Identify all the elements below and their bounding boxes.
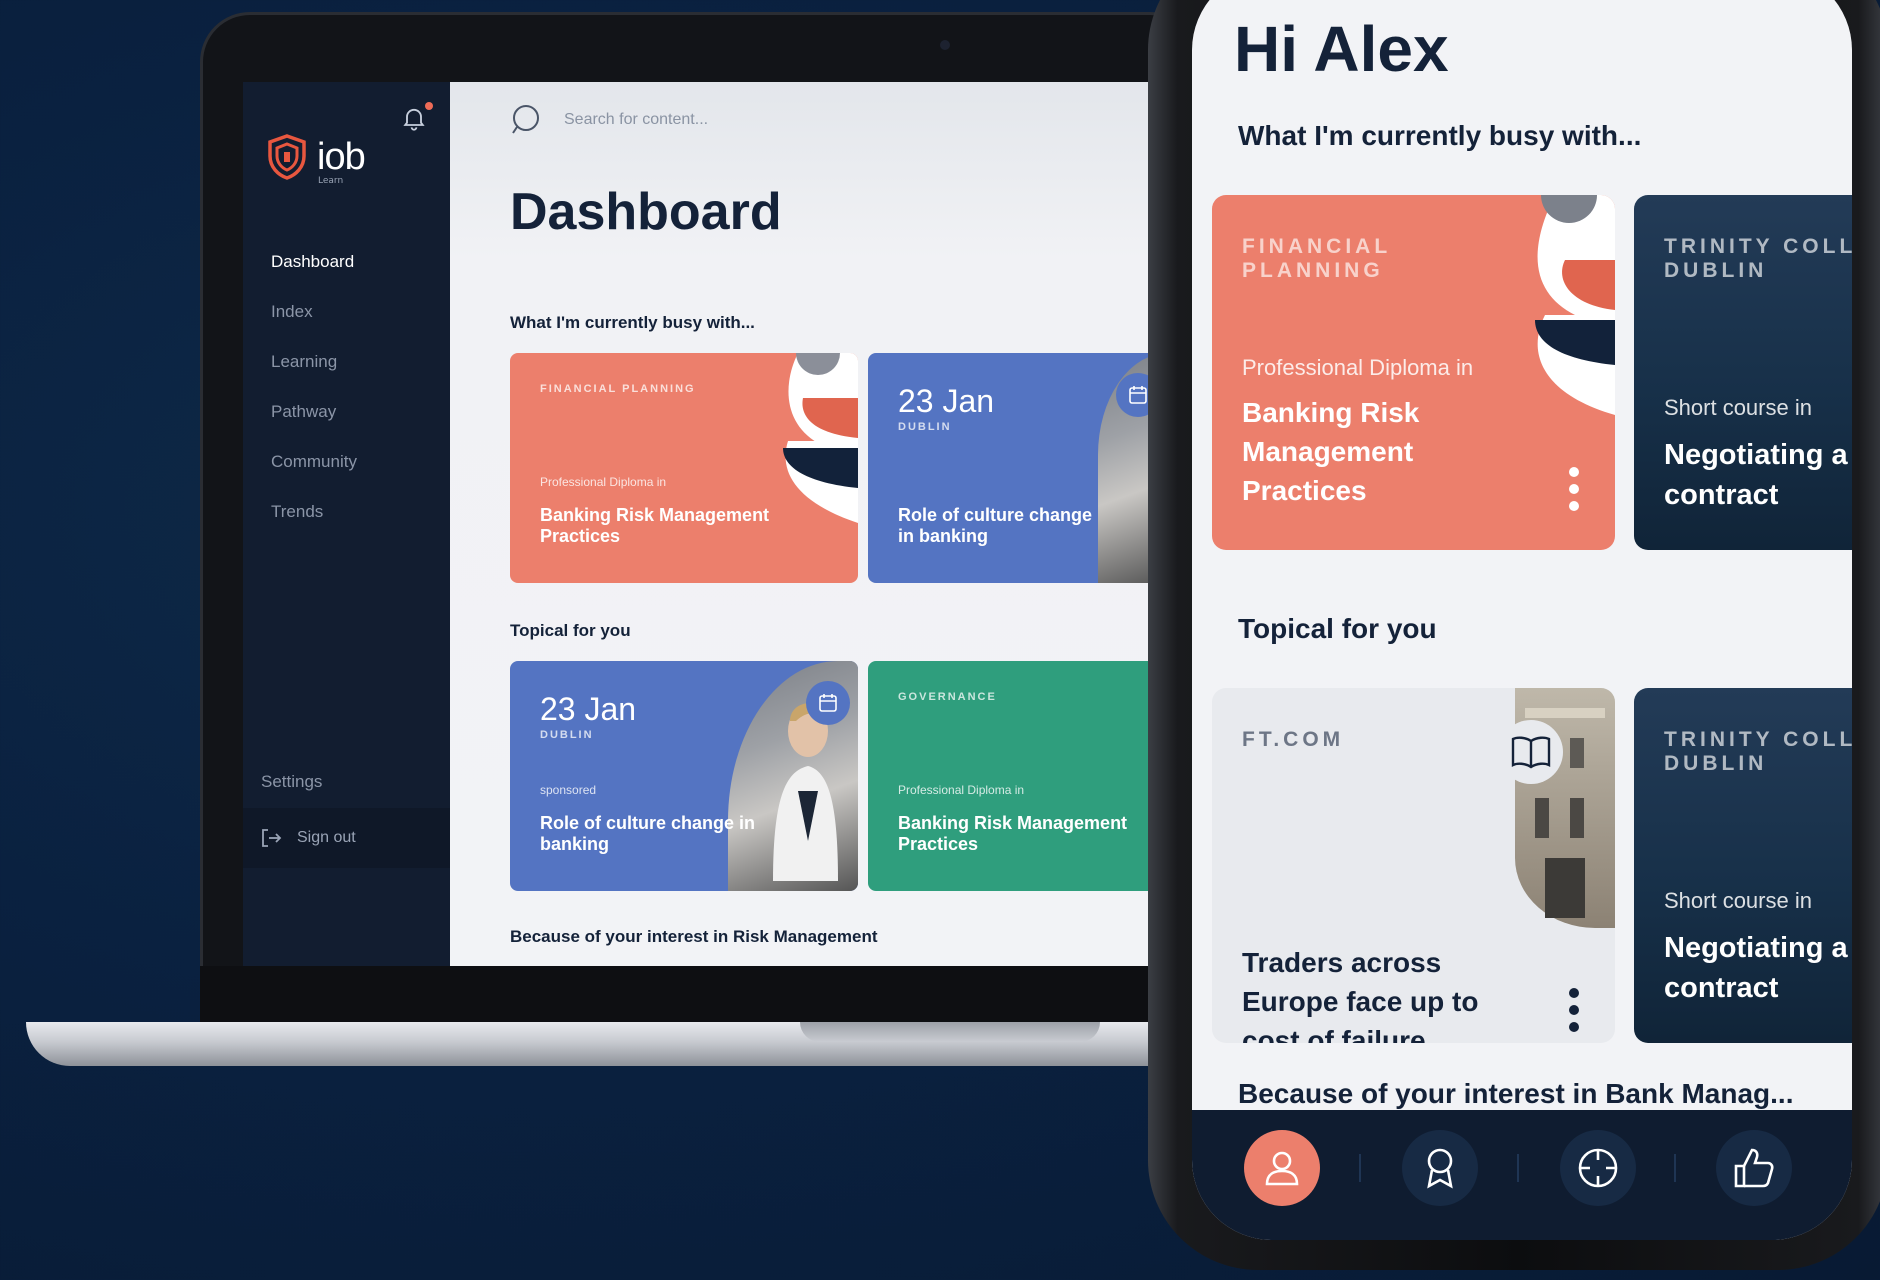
card-pre-title: Short course in xyxy=(1664,395,1812,420)
card-sponsored: sponsored xyxy=(540,783,597,797)
event-date: 23 Jan xyxy=(540,691,637,727)
card-category: TRINITY COLL DUBLIN xyxy=(1664,728,1852,775)
logo[interactable]: iob xyxy=(267,134,366,180)
logo-text: iob xyxy=(317,136,366,178)
search-icon xyxy=(512,105,539,134)
card-title: Banking Risk Management Practices xyxy=(1242,397,1420,506)
course-card[interactable]: TRINITY COLL DUBLIN Short course in Nego… xyxy=(1634,688,1852,1043)
sidebar-item-pathway[interactable]: Pathway xyxy=(271,402,357,452)
laptop-notch xyxy=(800,1022,1100,1042)
more-options-icon[interactable] xyxy=(1569,988,1579,1032)
event-date: 23 Jan xyxy=(898,383,995,419)
laptop-screen: iob Learn Dashboard Index Learning Pathw… xyxy=(243,82,1200,966)
article-source: FT.COM xyxy=(1242,728,1345,751)
bottom-tab-bar xyxy=(1192,1110,1852,1240)
section-heading-busy: What I'm currently busy with... xyxy=(1238,120,1642,151)
course-card[interactable]: FINANCIAL PLANNING Professional Diploma … xyxy=(1212,195,1615,550)
bell-icon[interactable] xyxy=(400,104,428,132)
tab-divider xyxy=(1359,1154,1361,1182)
likes-tab[interactable] xyxy=(1716,1130,1792,1206)
profile-icon xyxy=(1265,1151,1299,1186)
card-title: Role of culture change in banking xyxy=(898,505,1093,546)
card-category: GOVERNANCE xyxy=(898,691,997,703)
event-card[interactable]: 23 Jan DUBLIN Role of culture change in … xyxy=(868,353,1168,583)
shield-logo-icon xyxy=(268,134,306,180)
sidebar-item-learning[interactable]: Learning xyxy=(271,352,357,402)
card-title: Role of culture change in banking xyxy=(540,813,756,854)
notification-dot xyxy=(425,102,433,110)
settings-link[interactable]: Settings xyxy=(261,772,322,792)
card-decoration xyxy=(783,353,858,523)
course-card[interactable]: TRINITY COLL DUBLIN Short course in Nego… xyxy=(1634,195,1852,550)
tab-divider xyxy=(1674,1154,1676,1182)
section-heading-interest: Because of your interest in Risk Managem… xyxy=(510,927,878,946)
event-location: DUBLIN xyxy=(540,729,594,741)
awards-tab[interactable] xyxy=(1402,1130,1478,1206)
card-title: Banking Risk Management Practices xyxy=(540,505,770,546)
course-card[interactable]: GOVERNANCE Professional Diploma in Banki… xyxy=(868,661,1168,891)
laptop-main: Search for content... Dashboard What I'm… xyxy=(450,82,1200,966)
sign-out-icon xyxy=(262,829,282,847)
thumbs-up-icon xyxy=(1734,1148,1774,1188)
greeting: Hi Alex xyxy=(1234,13,1449,85)
event-card[interactable]: 23 Jan DUBLIN sponsored Role of culture … xyxy=(510,661,858,891)
sign-out-button[interactable]: Sign out xyxy=(243,808,450,868)
section-heading-interest: Because of your interest in Bank Manag..… xyxy=(1238,1078,1794,1109)
section-heading-busy: What I'm currently busy with... xyxy=(510,313,755,332)
sign-out-label: Sign out xyxy=(297,829,356,846)
card-title: Negotiating a contract xyxy=(1664,932,1848,1004)
section-heading-topical: Topical for you xyxy=(1238,613,1437,644)
card-pre-title: Professional Diploma in xyxy=(898,783,1025,797)
more-options-icon[interactable] xyxy=(1569,467,1579,511)
search-bar[interactable]: Search for content... xyxy=(508,102,708,138)
calendar-icon xyxy=(806,681,850,725)
sidebar-item-dashboard[interactable]: Dashboard xyxy=(271,252,357,302)
card-pre-title: Short course in xyxy=(1664,888,1812,913)
laptop-camera xyxy=(940,40,950,50)
card-pre-title: Professional Diploma in xyxy=(1242,355,1474,380)
card-title: Banking Risk Management Practices xyxy=(898,813,1128,854)
card-category: TRINITY COLL DUBLIN xyxy=(1664,235,1852,282)
sidebar-nav: Dashboard Index Learning Pathway Communi… xyxy=(271,252,357,552)
article-title: Traders across Europe face up to cost of… xyxy=(1242,947,1479,1043)
page-title: Dashboard xyxy=(510,183,782,241)
sidebar: iob Learn Dashboard Index Learning Pathw… xyxy=(243,82,450,966)
event-location: DUBLIN xyxy=(898,421,952,433)
tab-divider xyxy=(1517,1154,1519,1182)
target-icon xyxy=(1578,1148,1618,1188)
sidebar-item-trends[interactable]: Trends xyxy=(271,502,357,552)
award-icon xyxy=(1427,1148,1453,1189)
sidebar-item-index[interactable]: Index xyxy=(271,302,357,352)
book-icon xyxy=(1499,720,1563,784)
article-card[interactable]: FT.COM Traders across Europe face up to … xyxy=(1212,688,1615,1043)
section-heading-topical: Topical for you xyxy=(510,621,631,640)
profile-tab[interactable] xyxy=(1244,1130,1320,1206)
logo-subtitle: Learn xyxy=(318,176,344,186)
target-tab[interactable] xyxy=(1560,1130,1636,1206)
card-category: FINANCIAL PLANNING xyxy=(540,383,696,395)
card-pre-title: Professional Diploma in xyxy=(540,475,667,489)
sidebar-item-community[interactable]: Community xyxy=(271,452,357,502)
course-card[interactable]: FINANCIAL PLANNING Professional Diploma … xyxy=(510,353,858,583)
phone-screen: Hi Alex What I'm currently busy with... … xyxy=(1192,0,1852,1240)
search-input[interactable]: Search for content... xyxy=(564,111,708,129)
card-title: Negotiating a contract xyxy=(1664,439,1848,511)
laptop-chin xyxy=(200,966,1200,1022)
card-category: FINANCIAL PLANNING xyxy=(1242,235,1391,282)
